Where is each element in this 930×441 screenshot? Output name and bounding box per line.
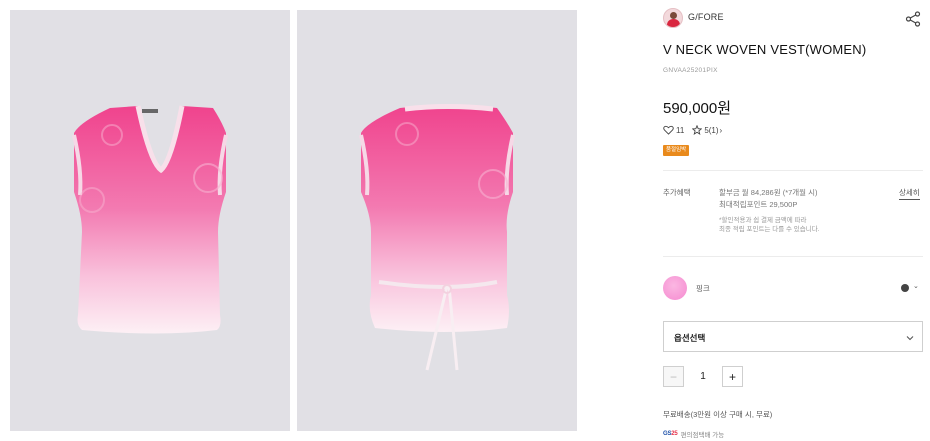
- shipping-info: 무료배송(3만원 이상 구매 시, 무료): [663, 410, 773, 419]
- quantity-value[interactable]: 1: [684, 371, 722, 382]
- option-select-label: 옵션선택: [674, 333, 706, 343]
- option-select[interactable]: 옵션선택: [663, 321, 923, 352]
- product-meta-row: 11 5 (1) ›: [663, 124, 722, 136]
- quantity-decrease-button[interactable]: −: [663, 366, 684, 387]
- installment-text: 할부금 월 84,286원 (*7개월 시): [719, 188, 818, 197]
- star-icon: [692, 125, 703, 135]
- pickup-info: GS25 편의점택배 가능: [663, 429, 724, 439]
- divider: [663, 256, 923, 257]
- product-title: V NECK WOVEN VEST(WOMEN): [663, 42, 867, 57]
- product-page: G/FORE V NECK WOVEN VEST(WOMEN) GNVAA252…: [0, 0, 930, 441]
- review-count[interactable]: (1): [709, 126, 719, 135]
- chevron-down-icon: [905, 330, 915, 341]
- heart-icon[interactable]: [663, 125, 674, 135]
- divider: [663, 170, 923, 171]
- points-text: 최대적립포인트 29,500P: [719, 200, 798, 209]
- chevron-down-icon[interactable]: ⌄: [913, 282, 919, 290]
- color-name: 핑크: [696, 284, 710, 293]
- color-swatch[interactable]: [663, 276, 687, 300]
- product-sku: GNVAA25201PIX: [663, 67, 718, 74]
- benefit-details: 할부금 월 84,286원 (*7개월 시) 최대적립포인트 29,500P: [719, 187, 818, 211]
- benefit-note-2: 최종 적립 포인트는 다를 수 있습니다.: [719, 226, 820, 233]
- share-icon[interactable]: [904, 10, 922, 28]
- status-badge: 품절임박: [663, 145, 690, 156]
- quantity-increase-button[interactable]: +: [722, 366, 743, 387]
- pickup-text: 편의점택배 가능: [680, 432, 725, 439]
- benefit-notes: *할인적용과 쉽 결제 금액에 따라 최종 적립 포인트는 다를 수 있습니다.: [719, 216, 820, 234]
- like-count[interactable]: 11: [676, 126, 684, 135]
- product-gallery: [0, 0, 640, 441]
- gs25-logo: GS25: [663, 431, 678, 437]
- benefit-note-1: *할인적용과 쉽 결제 금액에 따라: [719, 217, 807, 224]
- benefit-label: 추가혜택: [663, 188, 691, 197]
- chevron-right-icon[interactable]: ›: [720, 126, 723, 135]
- brand-name[interactable]: G/FORE: [688, 12, 724, 22]
- brand-row: G/FORE: [663, 8, 923, 30]
- product-price: 590,000원: [663, 100, 732, 117]
- product-image-back[interactable]: [297, 10, 577, 431]
- quantity-stepper: − 1 +: [663, 366, 743, 387]
- benefit-detail-link[interactable]: 상세히: [899, 187, 920, 200]
- product-info-panel: G/FORE V NECK WOVEN VEST(WOMEN) GNVAA252…: [663, 0, 923, 441]
- brand-avatar[interactable]: [663, 8, 683, 28]
- product-image-front[interactable]: [10, 10, 290, 431]
- selected-color-dot[interactable]: [901, 284, 909, 292]
